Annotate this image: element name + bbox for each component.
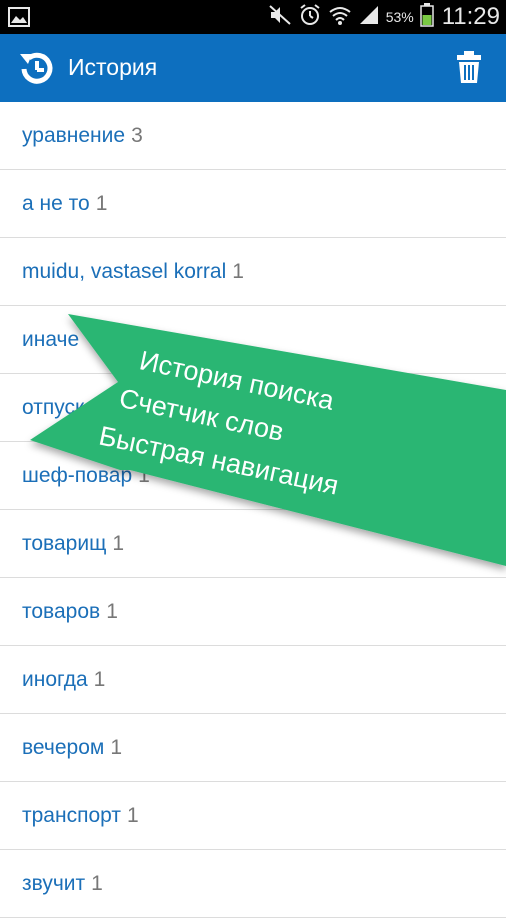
list-item[interactable]: вечером 1 xyxy=(0,714,506,782)
history-list: уравнение 3 а не то 1 muidu, vastasel korr… xyxy=(0,102,506,918)
list-item[interactable]: иногда 1 xyxy=(0,646,506,714)
history-word: muidu, vastasel korral xyxy=(22,260,227,283)
page-title: История xyxy=(68,54,158,80)
history-word: иногда xyxy=(22,668,88,691)
mute-icon xyxy=(268,4,292,31)
history-count: 1 xyxy=(232,260,244,283)
list-item[interactable]: транспорт 1 xyxy=(0,782,506,850)
history-word: шеф-повар xyxy=(22,464,133,487)
history-word: иначе xyxy=(22,328,80,351)
history-word: уравнение xyxy=(22,124,126,147)
trash-icon[interactable] xyxy=(456,50,482,89)
history-word: товаров xyxy=(22,600,101,623)
history-word: вечером xyxy=(22,736,105,759)
history-count: 1 xyxy=(138,464,150,487)
history-word: товарищ xyxy=(22,532,107,555)
list-item[interactable]: а не то 1 xyxy=(0,170,506,238)
battery-percent: 53% xyxy=(385,9,414,25)
signal-icon xyxy=(358,4,380,31)
history-word: а не то xyxy=(22,192,90,215)
battery-icon xyxy=(419,2,434,32)
history-count: 1 xyxy=(106,600,118,623)
image-icon xyxy=(8,7,30,32)
history-count: 1 xyxy=(112,532,125,555)
history-count: 3 xyxy=(131,124,143,147)
history-count: 1 xyxy=(95,192,108,215)
wifi-icon xyxy=(328,4,352,31)
list-item[interactable]: звучит 1 xyxy=(0,850,506,918)
history-word: отпуск xyxy=(22,396,85,419)
list-item[interactable]: иначе xyxy=(0,306,506,374)
history-icon[interactable] xyxy=(16,48,58,95)
status-bar: 53% 11:29 xyxy=(0,0,506,34)
list-item[interactable]: muidu, vastasel korral 1 xyxy=(0,238,506,306)
list-item[interactable]: товарищ 1 xyxy=(0,510,506,578)
list-item[interactable]: товаров 1 xyxy=(0,578,506,646)
history-count: 1 xyxy=(91,872,103,895)
history-word: звучит xyxy=(22,872,86,895)
history-word: транспорт xyxy=(22,804,121,827)
action-bar: История xyxy=(0,34,506,102)
list-item[interactable]: отпуск xyxy=(0,374,506,442)
list-item[interactable]: уравнение 3 xyxy=(0,102,506,170)
history-count: 1 xyxy=(126,804,139,827)
alarm-icon xyxy=(298,3,322,32)
history-count: 1 xyxy=(110,736,123,759)
history-count: 1 xyxy=(93,668,106,691)
list-item[interactable]: шеф-повар 1 xyxy=(0,442,506,510)
clock: 11:29 xyxy=(441,3,500,30)
